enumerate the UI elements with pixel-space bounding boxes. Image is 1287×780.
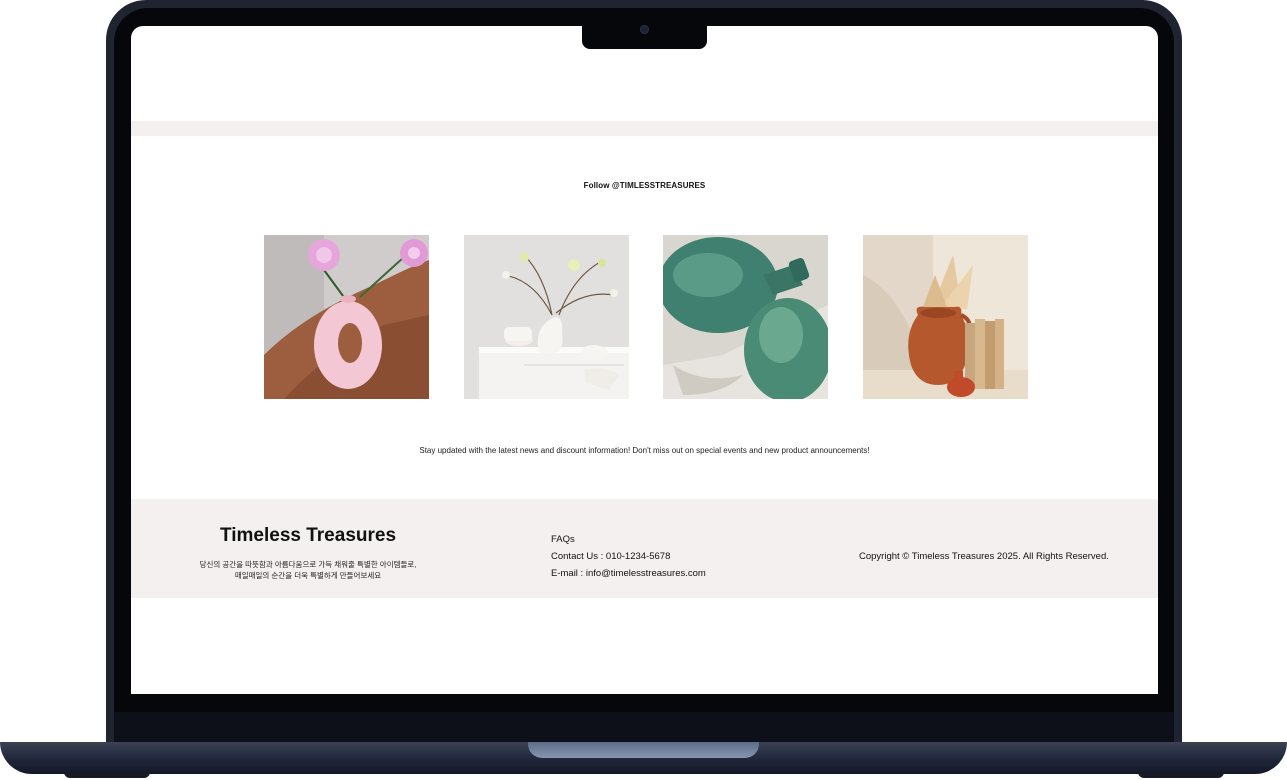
browser-viewport: Follow @TIMLESSTREASURES Stay updated wi… [131,26,1158,694]
laptop-foot-left [64,772,150,778]
gallery-image-terracotta-jug[interactable] [863,235,1028,399]
copyright-text: Copyright © Timeless Treasures 2025. All… [859,551,1109,562]
footer-brand-logo[interactable]: Timeless Treasures [198,525,418,547]
section-divider-band [131,121,1158,136]
contact-link[interactable]: Contact Us : 010-1234-5678 [551,551,670,562]
gallery-image-pink-vase[interactable] [264,235,429,399]
laptop-hinge [528,742,759,758]
laptop-chin [114,712,1174,742]
footer-description-line2: 매일매일의 순간을 더욱 특별하게 만들어보세요 [234,571,382,580]
newsletter-text: Stay updated with the latest news and di… [419,446,870,455]
footer-description-line1: 당신의 공간을 따뜻함과 아름다움으로 가득 채워줄 특별한 아이템들로, [199,560,417,569]
faq-link[interactable]: FAQs [551,534,575,545]
gallery-image-white-ceramics[interactable] [464,235,629,399]
footer: Timeless Treasures 당신의 공간을 따뜻함과 아름다움으로 가… [131,499,1158,598]
email-link[interactable]: E-mail : info@timelesstreasures.com [551,568,706,579]
camera-icon [640,25,649,34]
gallery-image-green-bottles[interactable] [663,235,828,399]
laptop-foot-right [1138,772,1224,778]
follow-instagram-heading[interactable]: Follow @TIMLESSTREASURES [131,181,1158,190]
